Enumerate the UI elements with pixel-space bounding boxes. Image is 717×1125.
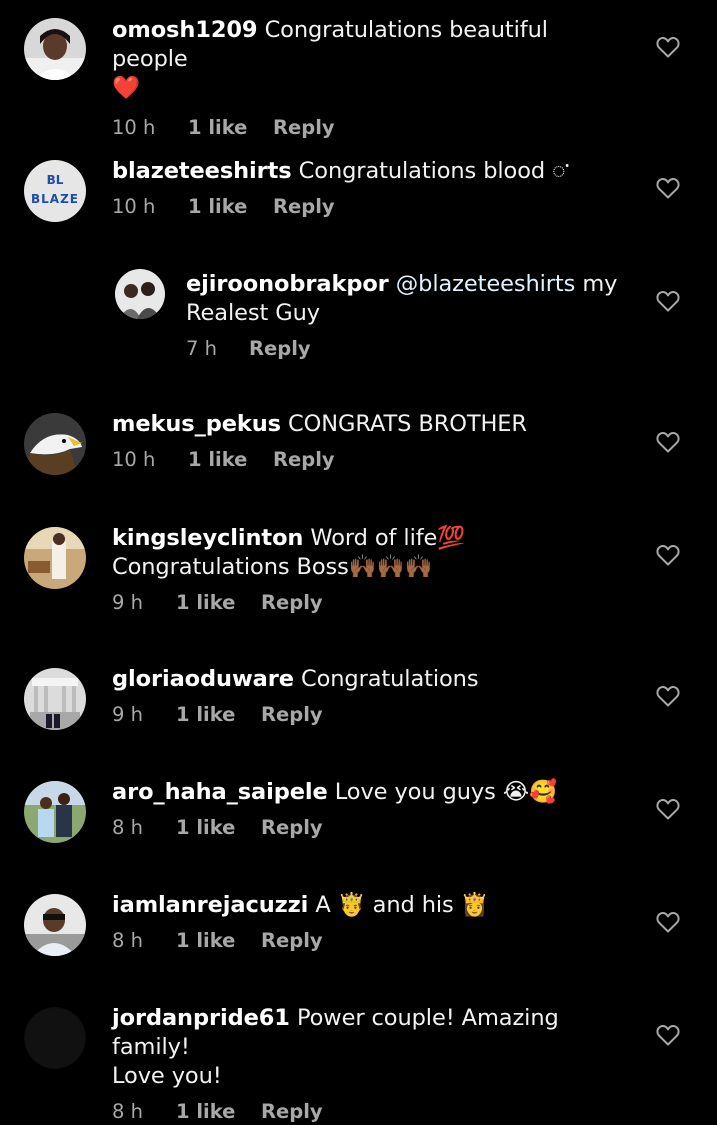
username-link[interactable]: ejiroonobrakpor	[186, 271, 389, 297]
like-heart-icon[interactable]	[656, 911, 680, 933]
likes-count[interactable]: 1 like	[188, 194, 273, 220]
username-link[interactable]: gloriaoduware	[112, 666, 294, 692]
likes-count[interactable]: 1 like	[188, 447, 273, 473]
reply-button[interactable]: Reply	[273, 194, 335, 220]
comment-time: 8 h	[112, 816, 143, 839]
comment-time: 9 h	[112, 591, 143, 614]
reply-button[interactable]: Reply	[261, 815, 323, 841]
comment-time: 10 h	[112, 448, 156, 471]
reply-button[interactable]: Reply	[273, 447, 335, 473]
like-heart-icon[interactable]	[656, 290, 680, 312]
reply-button[interactable]: Reply	[273, 115, 335, 141]
comment-meta: 10 h 1 like Reply	[112, 115, 629, 141]
avatar[interactable]	[115, 269, 165, 319]
comment-body: kingsleyclinton Word of life💯 Congratula…	[112, 524, 629, 616]
comment-text: iamlanrejacuzzi A 🤴 and his 👸	[112, 891, 629, 920]
comment-text: mekus_pekus CONGRATS BROTHER	[112, 410, 629, 439]
like-heart-icon[interactable]	[656, 544, 680, 566]
likes-count[interactable]: 1 like	[176, 1099, 261, 1125]
comment-meta: 9 h 1 like Reply	[112, 702, 629, 728]
comment-meta: 10 h 1 like Reply	[112, 447, 629, 473]
comment-meta: 7 h Reply	[186, 336, 629, 362]
comment-text: omosh1209 Congratulations beautiful peop…	[112, 16, 629, 103]
comment-text: gloriaoduware Congratulations	[112, 665, 629, 694]
avatar[interactable]	[24, 527, 86, 589]
username-link[interactable]: omosh1209	[112, 17, 258, 43]
username-link[interactable]: jordanpride61	[112, 1005, 290, 1031]
reply-button[interactable]: Reply	[261, 590, 323, 616]
likes-count[interactable]: 1 like	[176, 815, 261, 841]
likes-count[interactable]: 1 like	[176, 702, 261, 728]
username-link[interactable]: aro_haha_saipele	[112, 779, 328, 805]
reply-button[interactable]: Reply	[249, 336, 311, 362]
comment-message: Congratulations	[300, 666, 479, 692]
comment-message: Congratulations blood 𑀀	[298, 158, 570, 184]
like-heart-icon[interactable]	[656, 685, 680, 707]
username-link[interactable]: kingsleyclinton	[112, 525, 303, 551]
reply-button[interactable]: Reply	[261, 1099, 323, 1125]
comment-body: gloriaoduware Congratulations 9 h 1 like R…	[112, 665, 629, 728]
avatar[interactable]	[24, 1007, 86, 1069]
comment-body: blazeteeshirts Congratulations blood 𑀀 1…	[112, 157, 629, 220]
blaze-logo-text: BLAZE	[31, 192, 79, 206]
blaze-logo-mark: BL	[47, 173, 64, 187]
comment-body: ejiroonobrakpor @blazeteeshirts my Reale…	[186, 270, 629, 362]
username-link[interactable]: mekus_pekus	[112, 411, 281, 437]
comment-message: CONGRATS BROTHER	[288, 411, 527, 437]
comment-time: 7 h	[186, 337, 217, 360]
username-link[interactable]: iamlanrejacuzzi	[112, 892, 308, 918]
like-heart-icon[interactable]	[656, 36, 680, 58]
comment-time: 10 h	[112, 116, 156, 139]
comment-meta: 8 h 1 like Reply	[112, 815, 629, 841]
comment-body: iamlanrejacuzzi A 🤴 and his 👸 8 h 1 like R…	[112, 891, 629, 954]
avatar[interactable]	[24, 781, 86, 843]
avatar[interactable]	[24, 894, 86, 956]
comment-message: A 🤴 and his 👸	[315, 892, 489, 918]
comment-message: Love you guys 😭🥰	[334, 779, 557, 805]
avatar[interactable]	[24, 413, 86, 475]
comment-time: 8 h	[112, 929, 143, 952]
comment-text: ejiroonobrakpor @blazeteeshirts my Reale…	[186, 270, 629, 328]
avatar[interactable]	[24, 668, 86, 730]
comment-body: mekus_pekus CONGRATS BROTHER 10 h 1 like R…	[112, 410, 629, 473]
comment-meta: 10 h 1 like Reply	[112, 194, 629, 220]
comment-time: 9 h	[112, 703, 143, 726]
comment-text: jordanpride61 Power couple! Amazing fami…	[112, 1004, 629, 1091]
comment-body: jordanpride61 Power couple! Amazing fami…	[112, 1004, 629, 1125]
comment-meta: 9 h 1 like Reply	[112, 590, 629, 616]
comment-meta: 8 h 1 like Reply	[112, 1099, 629, 1125]
comment-body: aro_haha_saipele Love you guys 😭🥰 8 h 1 l…	[112, 778, 629, 841]
likes-count[interactable]: 1 like	[188, 115, 273, 141]
likes-count[interactable]: 1 like	[176, 590, 261, 616]
comment-time: 10 h	[112, 195, 156, 218]
comment-text: blazeteeshirts Congratulations blood 𑀀	[112, 157, 629, 186]
like-heart-icon[interactable]	[656, 431, 680, 453]
likes-count[interactable]: 1 like	[176, 928, 261, 954]
like-heart-icon[interactable]	[656, 1024, 680, 1046]
comment-text: aro_haha_saipele Love you guys 😭🥰	[112, 778, 629, 807]
avatar[interactable]	[24, 18, 86, 80]
reply-button[interactable]: Reply	[261, 702, 323, 728]
like-heart-icon[interactable]	[656, 177, 680, 199]
comment-time: 8 h	[112, 1100, 143, 1123]
comment-text: kingsleyclinton Word of life💯 Congratula…	[112, 524, 629, 582]
like-heart-icon[interactable]	[656, 798, 680, 820]
comment-meta: 8 h 1 like Reply	[112, 928, 629, 954]
comment-body: omosh1209 Congratulations beautiful peop…	[112, 16, 629, 141]
username-link[interactable]: blazeteeshirts	[112, 158, 292, 184]
avatar[interactable]: BL BLAZE	[24, 160, 86, 222]
reply-button[interactable]: Reply	[261, 928, 323, 954]
mention-link[interactable]: @blazeteeshirts	[396, 271, 576, 297]
